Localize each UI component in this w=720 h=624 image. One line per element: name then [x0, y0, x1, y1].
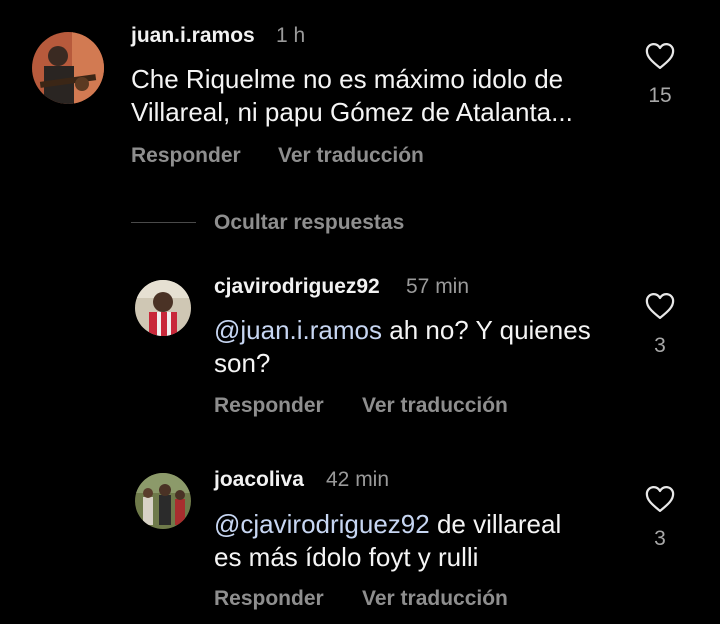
like-button[interactable]: 3: [630, 485, 690, 551]
comment-time: 57 min: [406, 275, 470, 298]
comment-text: @juan.i.ramos ah no? Y quienes son?: [214, 314, 591, 380]
avatar[interactable]: [135, 280, 191, 336]
comment-username[interactable]: joacoliva: [214, 468, 304, 492]
avatar[interactable]: [135, 473, 191, 529]
avatar[interactable]: [32, 32, 104, 104]
user-mention[interactable]: @juan.i.ramos: [214, 315, 382, 345]
reply-button[interactable]: Responder: [214, 587, 324, 611]
translate-button[interactable]: Ver traducción: [278, 144, 424, 168]
heart-icon[interactable]: [645, 42, 675, 70]
comment-username[interactable]: juan.i.ramos: [131, 24, 255, 48]
like-count: 3: [654, 527, 666, 550]
like-count: 15: [648, 84, 672, 107]
like-count: 3: [654, 334, 666, 357]
like-button[interactable]: 15: [630, 42, 690, 108]
comment-time: 42 min: [326, 468, 390, 491]
translate-button[interactable]: Ver traducción: [362, 587, 508, 611]
reply-button[interactable]: Responder: [131, 144, 241, 168]
translate-button[interactable]: Ver traducción: [362, 394, 508, 418]
reply-button[interactable]: Responder: [214, 394, 324, 418]
replies-divider: [131, 222, 196, 223]
user-mention[interactable]: @cjavirodriguez92: [214, 509, 430, 539]
comment-username[interactable]: cjavirodriguez92: [214, 275, 380, 299]
comment-time: 1 h: [276, 24, 306, 47]
like-button[interactable]: 3: [630, 292, 690, 358]
heart-icon[interactable]: [645, 292, 675, 320]
heart-icon[interactable]: [645, 485, 675, 513]
comment-text: Che Riquelme no es máximo idolo de Villa…: [131, 64, 573, 127]
hide-replies-button[interactable]: Ocultar respuestas: [214, 211, 404, 235]
comment-text: @cjavirodriguez92 de villareal es más íd…: [214, 508, 561, 574]
